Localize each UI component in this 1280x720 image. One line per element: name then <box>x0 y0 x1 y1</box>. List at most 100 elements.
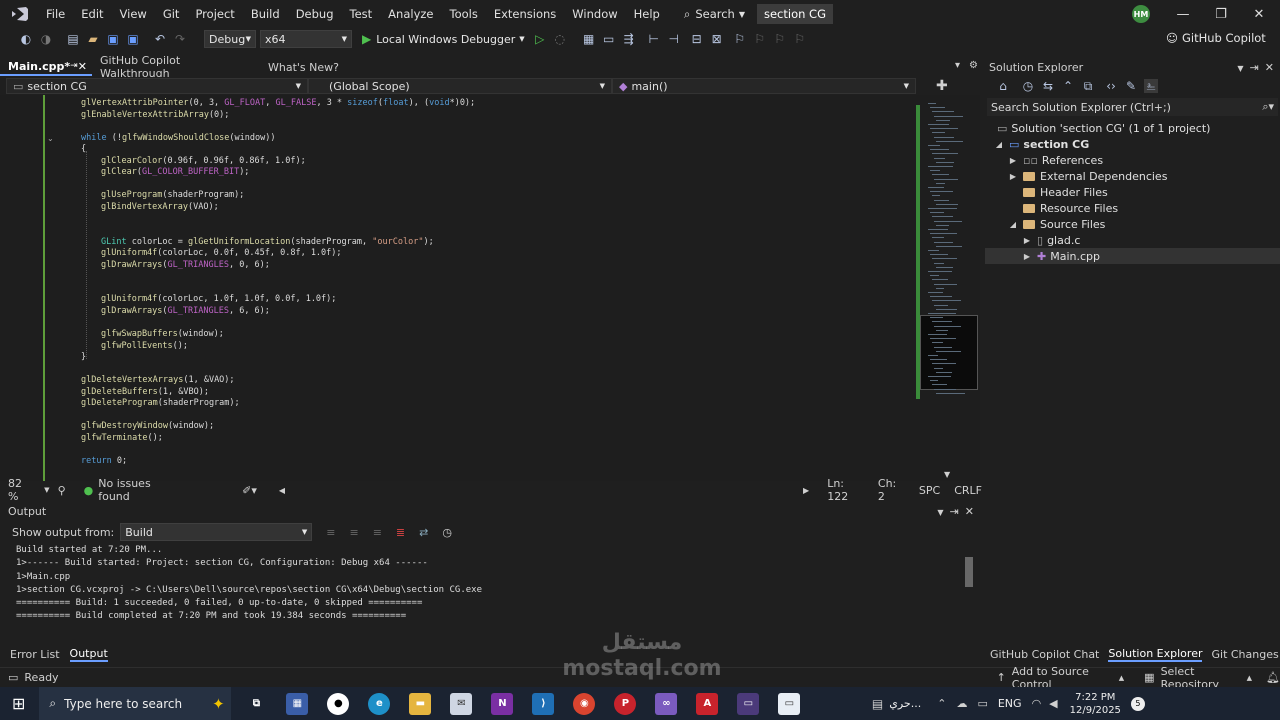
taskbar-search-input[interactable]: ⌕ Type here to search ✦ <box>39 687 232 720</box>
show-all-files-icon[interactable]: ⧉ <box>1081 79 1095 93</box>
vscode-icon[interactable]: ⟩ <box>532 692 555 715</box>
step-over-icon[interactable]: ⊣ <box>667 32 681 46</box>
save-icon[interactable]: ▣ <box>106 32 120 46</box>
tab-error-list[interactable]: Error List <box>10 648 60 661</box>
tree-external-dependencies[interactable]: ▶ External Dependencies <box>1007 168 1168 184</box>
avatar[interactable]: HM <box>1132 5 1150 23</box>
code-icon[interactable]: ‹› <box>1104 79 1118 93</box>
bookmark-next-icon[interactable]: ⚐ <box>773 32 787 46</box>
input-language[interactable]: ENG <box>998 697 1022 710</box>
tab-whats-new[interactable]: What's New? <box>260 58 347 76</box>
home-icon[interactable]: ⌂ <box>996 79 1010 93</box>
tree-solution[interactable]: ▭ Solution 'section CG' (1 of 1 project) <box>997 120 1210 136</box>
sync-icon[interactable]: ◷ <box>1021 79 1035 93</box>
start-debugging-button[interactable]: ▶ Local Windows Debugger ▼ <box>362 32 525 46</box>
word-wrap-icon[interactable]: ⇄ <box>419 526 428 539</box>
bookmark-prev-icon[interactable]: ⚐ <box>753 32 767 46</box>
file-explorer-icon[interactable]: ▬ <box>409 692 432 715</box>
app-window-icon[interactable]: ▭ <box>778 692 801 715</box>
notifications-icon[interactable]: 5 <box>1130 696 1145 711</box>
close-icon[interactable]: ✕ <box>1265 61 1274 74</box>
member-dropdown[interactable]: ◆ main() ▼ <box>612 78 916 94</box>
bookmark-icon[interactable]: ⚐ <box>733 32 747 46</box>
menu-item-git[interactable]: Git <box>155 0 188 28</box>
copilot-icon[interactable]: ⚲ <box>58 484 66 497</box>
open-folder-icon[interactable]: ▰ <box>86 32 100 46</box>
chevron-down-icon[interactable]: ▼ <box>44 486 49 494</box>
zoom-level[interactable]: 82 % <box>8 477 34 503</box>
browse-icon[interactable]: ▦ <box>582 32 596 46</box>
collapse-icon[interactable]: ⌄ <box>47 134 54 143</box>
preview-icon[interactable]: ⎁ <box>1144 79 1158 93</box>
collapse-all-icon[interactable]: ⌃ <box>1061 79 1075 93</box>
clear-all-icon[interactable]: ≣ <box>396 526 405 539</box>
step-icon[interactable]: ⊢ <box>647 32 661 46</box>
chevron-up-icon[interactable]: ▲ <box>1247 674 1252 682</box>
tree-resource-files[interactable]: Resource Files <box>1023 200 1118 216</box>
start-without-debugging-icon[interactable]: ▷ <box>533 32 547 46</box>
expanded-icon[interactable]: ◢ <box>1007 220 1019 229</box>
line-number[interactable]: Ln: 122 <box>827 477 866 503</box>
collapsed-icon[interactable]: ▶ <box>1007 156 1019 165</box>
tab-copilot-walkthrough[interactable]: GitHub Copilot Walkthrough <box>92 54 260 80</box>
menu-item-debug[interactable]: Debug <box>288 0 342 28</box>
find-message-icon[interactable]: ≡ <box>326 526 335 539</box>
next-message-icon[interactable]: ≡ <box>373 526 382 539</box>
close-icon[interactable]: ✕ <box>78 60 87 73</box>
wifi-icon[interactable]: ◠ <box>1032 697 1042 710</box>
menu-item-help[interactable]: Help <box>626 0 668 28</box>
visual-studio-icon[interactable]: ∞ <box>655 692 678 715</box>
acrobat-icon[interactable]: A <box>696 692 719 715</box>
configuration-dropdown[interactable]: Debug ▼ <box>204 30 256 48</box>
output-text[interactable]: Build started at 7:20 PM... 1>------ Buil… <box>0 544 982 624</box>
clock-icon[interactable]: ◷ <box>442 526 452 539</box>
task-view-icon[interactable]: ⧉ <box>245 693 267 715</box>
scroll-right-icon[interactable]: ▶ <box>803 486 809 495</box>
edge-icon[interactable]: e <box>368 692 391 715</box>
layout-icon[interactable]: ▭ <box>602 32 616 46</box>
clock[interactable]: 7:22 PM 12/9/2025 <box>1070 691 1121 717</box>
tray-cloud-icon[interactable]: ☁ <box>956 697 967 710</box>
chevron-up-icon[interactable]: ▲ <box>1119 674 1124 682</box>
windows-start-icon[interactable]: ⊞ <box>12 694 25 713</box>
format-icon[interactable]: ⇶ <box>622 32 636 46</box>
save-all-icon[interactable]: ▣ <box>126 32 140 46</box>
terminal-icon[interactable]: ▭ <box>737 692 760 715</box>
back-icon[interactable]: ◐ <box>19 32 33 46</box>
chevron-down-icon[interactable]: ▼ <box>1237 64 1243 73</box>
output-source-dropdown[interactable]: Build ▼ <box>120 523 313 541</box>
redo-icon[interactable]: ↷ <box>173 32 187 46</box>
tab-git-changes[interactable]: Git Changes <box>1211 648 1278 661</box>
solution-search-input[interactable]: Search Solution Explorer (Ctrl+;) ⌕▾ <box>987 98 1278 116</box>
widgets-icon[interactable]: ▤ <box>872 697 883 711</box>
onenote-icon[interactable]: N <box>491 692 514 715</box>
menu-item-tools[interactable]: Tools <box>442 0 486 28</box>
prev-message-icon[interactable]: ≡ <box>349 526 358 539</box>
new-project-icon[interactable]: ▤ <box>66 32 80 46</box>
tree-header-files[interactable]: Header Files <box>1023 184 1108 200</box>
close-icon[interactable]: ✕ <box>1240 0 1278 28</box>
menu-item-project[interactable]: Project <box>187 0 242 28</box>
minimize-icon[interactable]: — <box>1164 0 1202 28</box>
scope-dropdown[interactable]: (Global Scope) ▼ <box>308 78 612 94</box>
pin-icon[interactable]: ⇥ <box>950 505 959 518</box>
menu-item-window[interactable]: Window <box>564 0 625 28</box>
menu-item-view[interactable]: View <box>112 0 155 28</box>
tab-solution-explorer[interactable]: Solution Explorer <box>1108 647 1203 662</box>
chevron-down-icon[interactable]: ▼ <box>937 508 943 517</box>
tab-copilot-chat[interactable]: GitHub Copilot Chat <box>990 648 1099 661</box>
tab-overflow-icon[interactable]: ▾ <box>955 60 960 71</box>
collapsed-icon[interactable]: ▶ <box>1007 172 1019 181</box>
github-copilot-button[interactable]: ☺ GitHub Copilot <box>1166 31 1266 45</box>
platform-dropdown[interactable]: x64 ▼ <box>260 30 352 48</box>
split-editor-icon[interactable]: ✚ <box>936 78 948 94</box>
hot-reload-icon[interactable]: ◌ <box>553 32 567 46</box>
maximize-icon[interactable]: ❐ <box>1202 0 1240 28</box>
uncomment-icon[interactable]: ⊠ <box>710 32 724 46</box>
project-dropdown[interactable]: ▭ section CG ▼ <box>6 78 308 94</box>
gear-icon[interactable]: ⚙ <box>969 60 978 71</box>
bookmark-clear-icon[interactable]: ⚐ <box>793 32 807 46</box>
pin-icon[interactable]: ⇥ <box>1250 61 1259 74</box>
undo-icon[interactable]: ↶ <box>153 32 167 46</box>
scroll-down-icon[interactable]: ▼ <box>944 470 950 479</box>
